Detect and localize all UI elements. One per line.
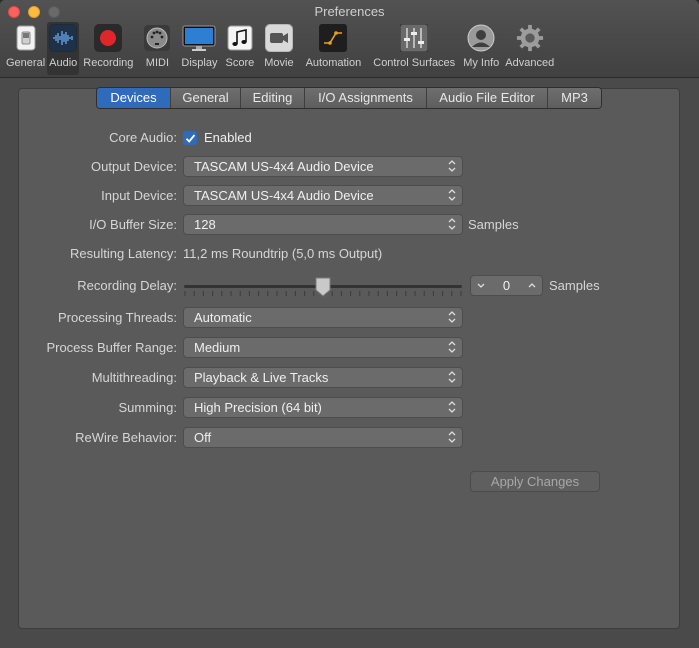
toolbar-item-my-info[interactable]: My Info — [461, 22, 501, 75]
output-device-popup[interactable]: TASCAM US-4x4 Audio Device — [183, 156, 463, 177]
apply-changes-button[interactable]: Apply Changes — [470, 471, 600, 492]
updown-arrows-icon — [448, 160, 456, 172]
recording-delay-unit: Samples — [549, 278, 600, 293]
io-buffer-size-popup[interactable]: 128 — [183, 214, 463, 235]
automation-curve-icon — [319, 24, 348, 52]
toolbar-item-audio[interactable]: Audio — [47, 22, 80, 75]
tab-audio-file-editor[interactable]: Audio File Editor — [427, 88, 548, 108]
toolbar-item-midi[interactable]: MIDI — [137, 22, 177, 75]
summing-value: High Precision (64 bit) — [194, 400, 322, 415]
io-buffer-size-label: I/O Buffer Size: — [89, 217, 177, 232]
input-device-label: Input Device: — [101, 188, 177, 203]
io-buffer-size-value: 128 — [194, 217, 216, 232]
summing-label: Summing: — [118, 400, 177, 415]
general-switch-icon — [12, 24, 40, 52]
updown-arrows-icon — [448, 341, 456, 353]
updown-arrows-icon — [448, 431, 456, 443]
toolbar-item-general[interactable]: General — [4, 22, 47, 75]
toolbar-label: Advanced — [505, 57, 555, 69]
process-buffer-range-value: Medium — [194, 340, 241, 355]
toolbar-label: Control Surfaces — [373, 57, 456, 69]
preferences-toolbar: General Audio Recording MIDI Display Sco… — [4, 22, 558, 76]
gear-icon — [516, 24, 544, 52]
display-monitor-icon — [182, 24, 216, 52]
toolbar-label: MIDI — [145, 57, 170, 69]
toolbar-item-recording[interactable]: Recording — [79, 22, 137, 75]
midi-connector-icon — [143, 24, 171, 52]
process-buffer-range-popup[interactable]: Medium — [183, 337, 463, 358]
rewire-behavior-value: Off — [194, 430, 212, 445]
processing-threads-value: Automatic — [194, 310, 252, 325]
toolbar-label: Audio — [49, 57, 78, 69]
io-buffer-size-unit: Samples — [468, 217, 519, 232]
processing-threads-label: Processing Threads: — [58, 310, 177, 325]
movie-camera-icon — [264, 24, 293, 52]
updown-arrows-icon — [448, 218, 456, 230]
updown-arrows-icon — [448, 311, 456, 323]
toolbar-label: Recording — [83, 57, 134, 69]
tab-devices[interactable]: Devices — [97, 88, 171, 108]
title-bar: Preferences General Audio Recording MIDI… — [0, 0, 699, 78]
processing-threads-popup[interactable]: Automatic — [183, 307, 463, 328]
toolbar-label: General — [6, 57, 46, 69]
output-device-label: Output Device: — [91, 159, 177, 174]
updown-arrows-icon — [448, 401, 456, 413]
slider-thumb[interactable] — [315, 277, 331, 297]
multithreading-popup[interactable]: Playback & Live Tracks — [183, 367, 463, 388]
preferences-window: Preferences General Audio Recording MIDI… — [0, 0, 699, 648]
tab-editing[interactable]: Editing — [241, 88, 305, 108]
record-icon — [94, 24, 123, 52]
toolbar-item-display[interactable]: Display — [177, 22, 221, 75]
toolbar-label: Display — [181, 57, 218, 69]
updown-arrows-icon — [448, 371, 456, 383]
tab-mp3[interactable]: MP3 — [548, 88, 601, 108]
core-audio-checkbox-label[interactable]: Enabled — [204, 130, 252, 145]
multithreading-value: Playback & Live Tracks — [194, 370, 329, 385]
output-device-value: TASCAM US-4x4 Audio Device — [194, 159, 374, 174]
tab-general[interactable]: General — [171, 88, 241, 108]
toolbar-item-automation[interactable]: Automation — [300, 22, 368, 75]
mixer-faders-icon — [400, 24, 429, 52]
toolbar-label: My Info — [463, 57, 500, 69]
core-audio-label: Core Audio: — [109, 130, 177, 145]
chevron-up-icon[interactable] — [526, 279, 538, 293]
toolbar-item-advanced[interactable]: Advanced — [501, 22, 558, 75]
recording-delay-label: Recording Delay: — [77, 278, 177, 293]
preferences-tabs: Devices General Editing I/O Assignments … — [96, 87, 602, 109]
multithreading-label: Multithreading: — [91, 370, 177, 385]
toolbar-label: Score — [225, 57, 255, 69]
input-device-value: TASCAM US-4x4 Audio Device — [194, 188, 374, 203]
process-buffer-range-label: Process Buffer Range: — [46, 340, 177, 355]
toolbar-item-control-surfaces[interactable]: Control Surfaces — [367, 22, 461, 75]
updown-arrows-icon — [448, 189, 456, 201]
rewire-behavior-label: ReWire Behavior: — [75, 430, 177, 445]
rewire-behavior-popup[interactable]: Off — [183, 427, 463, 448]
toolbar-label: Automation — [305, 57, 362, 69]
tab-io-assignments[interactable]: I/O Assignments — [305, 88, 427, 108]
resulting-latency-label: Resulting Latency: — [70, 246, 177, 261]
input-device-popup[interactable]: TASCAM US-4x4 Audio Device — [183, 185, 463, 206]
toolbar-label: Movie — [264, 57, 294, 69]
resulting-latency-value: 11,2 ms Roundtrip (5,0 ms Output) — [183, 246, 383, 261]
recording-delay-stepper[interactable]: 0 — [470, 275, 543, 296]
checkmark-icon — [185, 133, 195, 143]
core-audio-checkbox[interactable] — [183, 131, 197, 145]
user-avatar-icon — [467, 24, 495, 52]
summing-popup[interactable]: High Precision (64 bit) — [183, 397, 463, 418]
toolbar-item-score[interactable]: Score — [222, 22, 259, 75]
audio-waveform-icon — [49, 24, 78, 52]
music-note-icon — [226, 24, 254, 52]
window-title: Preferences — [314, 4, 385, 19]
toolbar-item-movie[interactable]: Movie — [258, 22, 299, 75]
